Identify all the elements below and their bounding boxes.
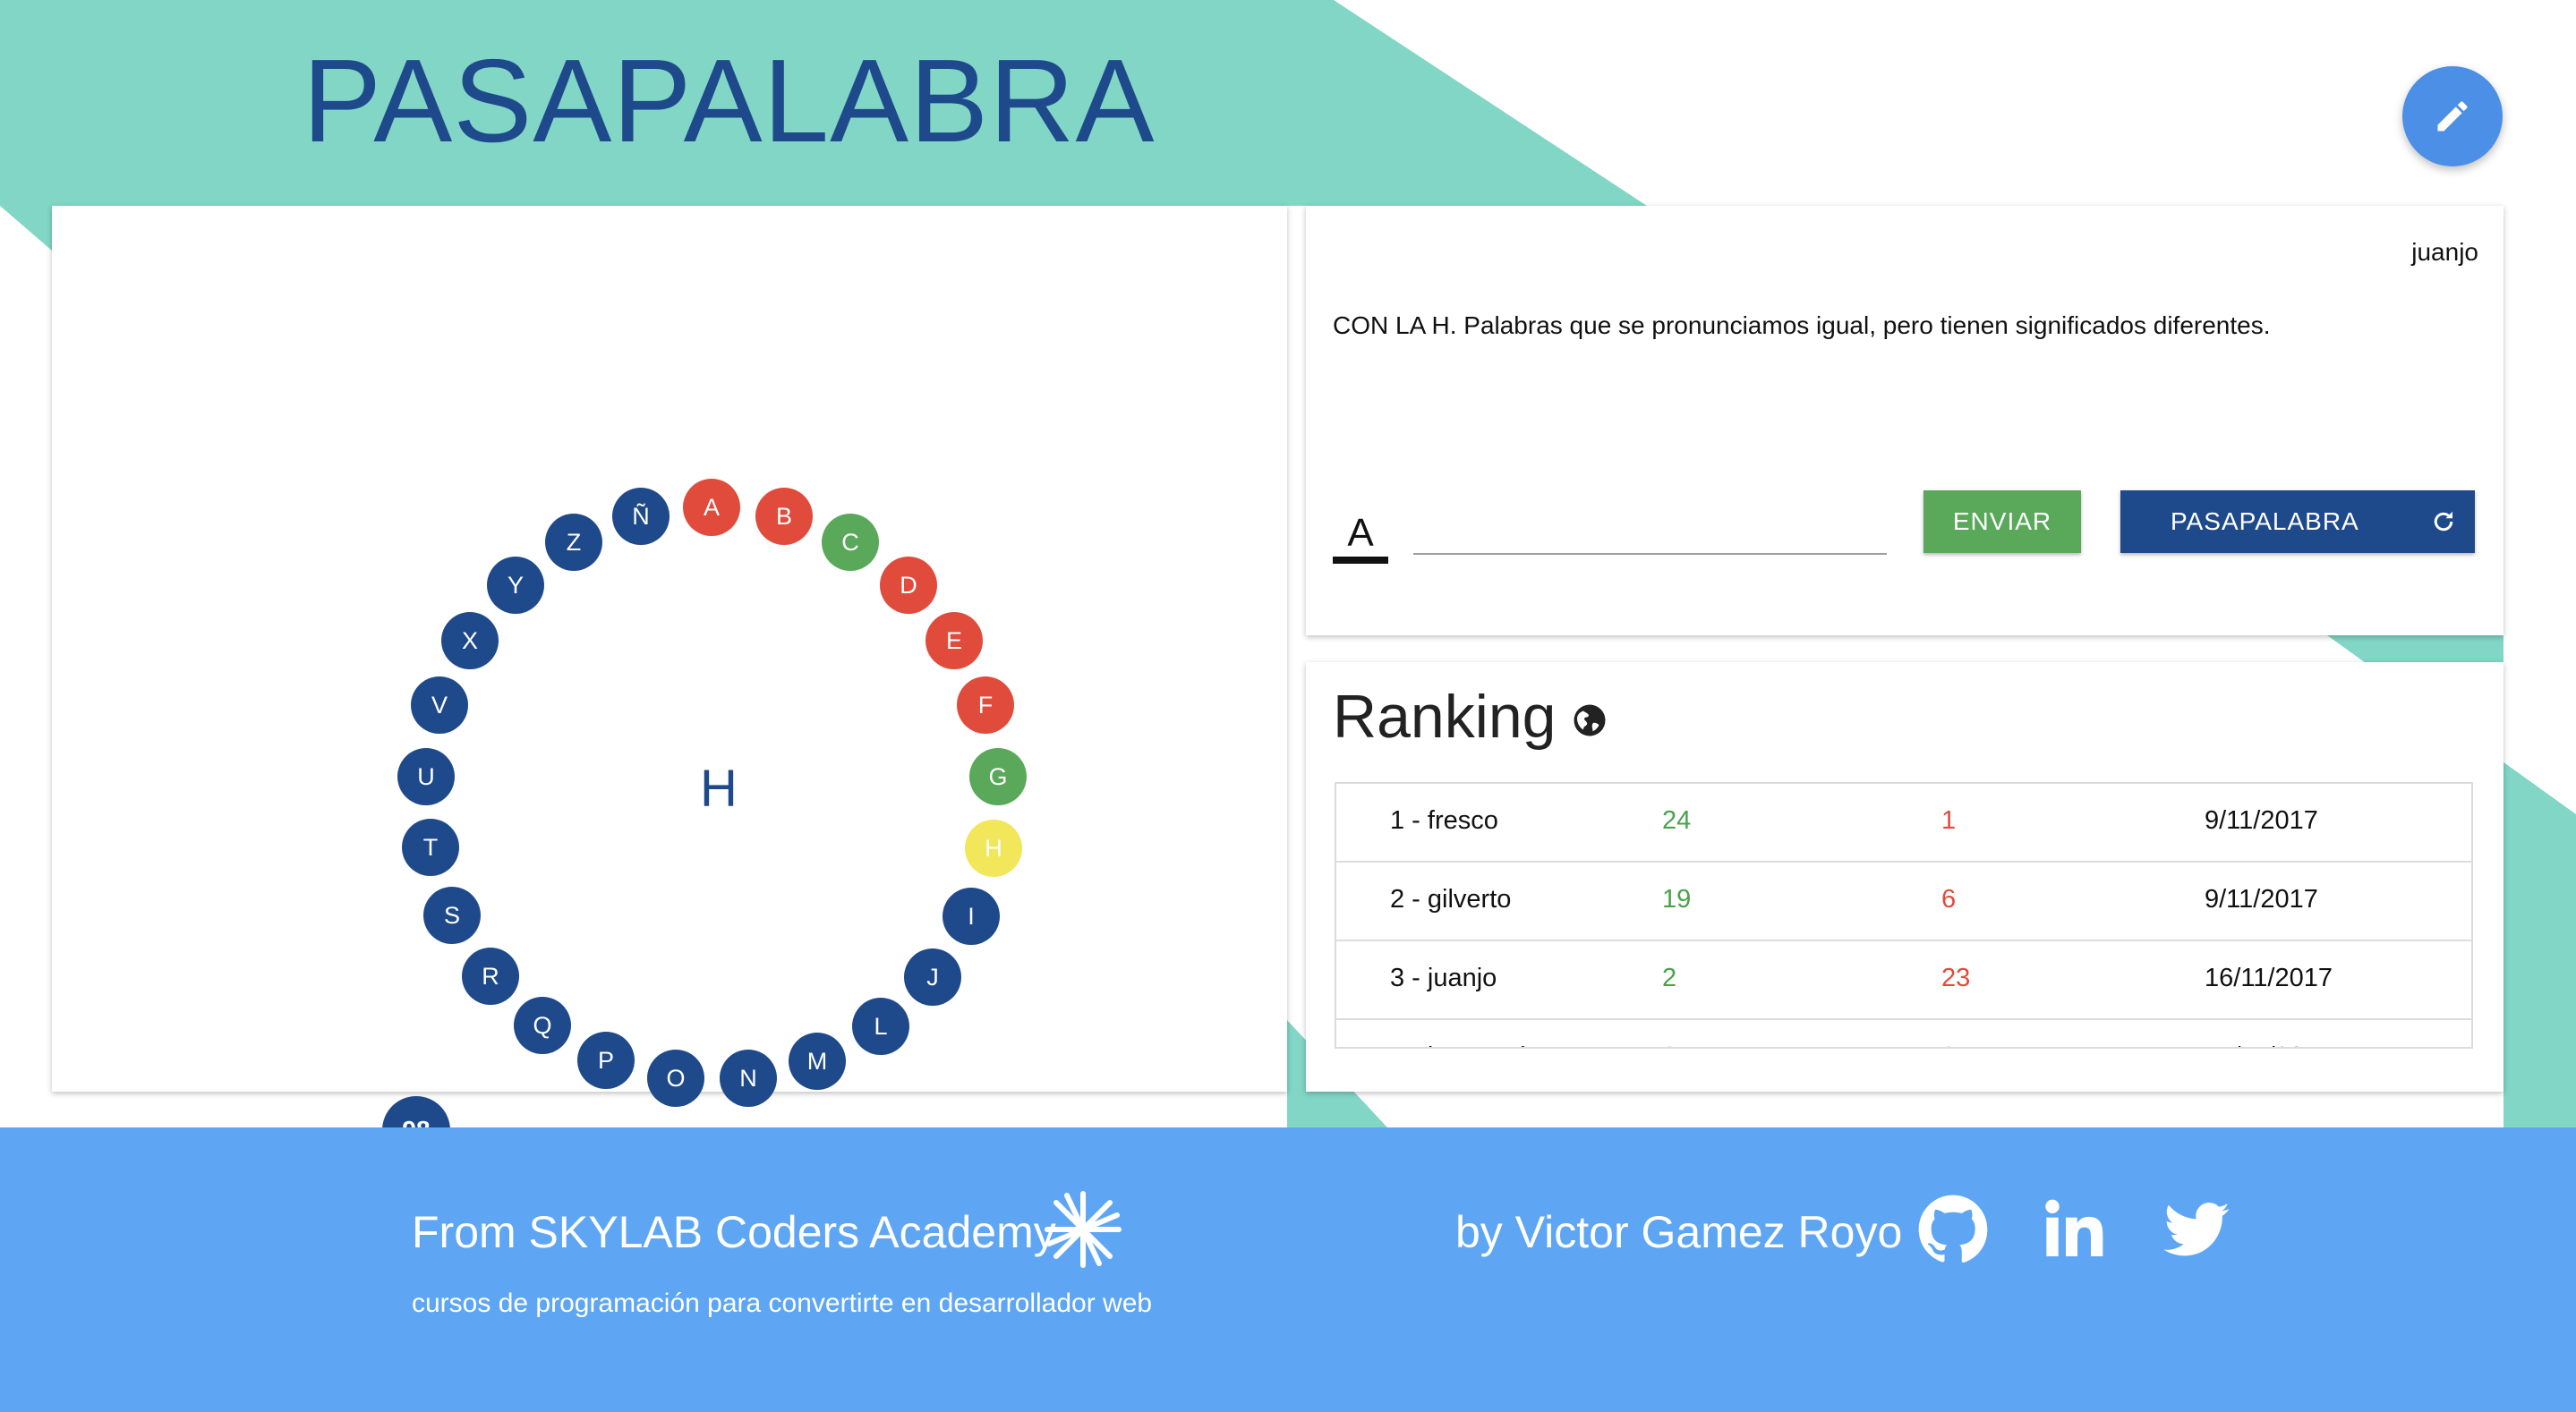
- skylab-star-icon: [1045, 1191, 1122, 1268]
- rosco-letter: G: [969, 748, 1027, 805]
- rosco-letter: V: [411, 676, 468, 734]
- table-row: 4 - bocamala 0 25 15/11/2017: [1336, 1020, 2471, 1047]
- ranking-table[interactable]: 1 - fresco 24 1 9/11/2017 2 - gilverto 19 6 9/1…: [1335, 782, 2473, 1049]
- footer-academy[interactable]: From SKYLAB Coders Academy: [412, 1206, 1056, 1258]
- ranking-date: 9/11/2017: [2205, 885, 2318, 914]
- ranking-fail-count: 25: [1941, 1042, 1970, 1047]
- ranking-player-name: 2 - gilverto: [1390, 885, 1512, 914]
- edit-button[interactable]: [2402, 66, 2503, 166]
- ranking-fail-count: 1: [1941, 806, 1957, 835]
- rosco-letter: R: [462, 948, 519, 1005]
- rosco-letter: I: [943, 888, 1000, 945]
- footer-author: by Victor Gamez Royo: [1455, 1207, 1903, 1257]
- rosco-letter: O: [647, 1050, 704, 1107]
- rosco-letter: L: [852, 998, 909, 1055]
- rosco-letter: U: [397, 748, 455, 805]
- refresh-icon: [2434, 511, 2453, 532]
- rosco-letter: J: [904, 948, 961, 1006]
- rosco-letter: N: [720, 1050, 777, 1107]
- table-row: 3 - juanjo 2 23 16/11/2017: [1336, 941, 2471, 1020]
- pasapalabra-label: PASAPALABRA: [2171, 507, 2359, 535]
- username: juanjo: [2411, 238, 2478, 266]
- ranking-fail-count: 23: [1941, 964, 1971, 992]
- pasapalabra-button[interactable]: PASAPALABRA: [2120, 490, 2475, 553]
- rosco-letter: H: [965, 820, 1022, 877]
- ranking-date: 9/11/2017: [2205, 806, 2318, 835]
- ranking-fail-count: 6: [1941, 885, 1957, 914]
- rosco-letter: E: [925, 612, 983, 669]
- rosco-letter: T: [402, 819, 459, 876]
- pencil-icon: [2437, 101, 2468, 132]
- ranking-correct-count: 24: [1662, 806, 1692, 835]
- twitter-icon[interactable]: [2161, 1194, 2232, 1265]
- current-letter: H: [700, 759, 738, 818]
- rosco-letter: X: [441, 612, 499, 669]
- ranking-title: Ranking: [1333, 683, 1557, 751]
- ranking-correct-count: 19: [1662, 885, 1692, 914]
- rosco-letter: B: [755, 488, 813, 545]
- globe-icon[interactable]: [1571, 702, 1608, 739]
- rosco-letter: M: [789, 1033, 846, 1090]
- ranking-card: Ranking 1 - fresco 24 1 9/11/2017 2 - gilver…: [1306, 662, 2503, 1092]
- question-text: CON LA H. Palabras que se pronunciamos i…: [1333, 311, 2271, 339]
- rosco-letter: Ñ: [612, 488, 670, 545]
- text-format-icon: A: [1333, 510, 1388, 564]
- question-card: juanjo CON LA H. Palabras que se pronunc…: [1306, 206, 2503, 635]
- rosco-letter: Z: [545, 514, 602, 571]
- footer: From SKYLAB Coders Academy cursos de pro…: [0, 1127, 2576, 1412]
- footer-subtitle: cursos de programación para convertirte …: [412, 1289, 1153, 1318]
- ranking-player-name: 3 - juanjo: [1390, 964, 1497, 992]
- ranking-correct-count: 2: [1662, 964, 1677, 992]
- rosco-letter: D: [880, 557, 937, 614]
- rosco-letter: A: [683, 479, 740, 536]
- page-title: PASAPALABRA: [303, 35, 1156, 166]
- table-row: 2 - gilverto 19 6 9/11/2017: [1336, 863, 2471, 941]
- table-row: 1 - fresco 24 1 9/11/2017: [1336, 784, 2471, 863]
- rosco-letter: P: [577, 1032, 635, 1089]
- rosco-card: ABCDEFGHIJLMNOPQRSTUVXYZÑ H 98 21: [52, 206, 1287, 1228]
- rosco-letter: S: [423, 887, 481, 944]
- rosco-letter: C: [822, 514, 879, 571]
- answer-input[interactable]: [1413, 510, 1887, 555]
- ranking-player-name: 4 - bocamala: [1390, 1042, 1540, 1047]
- ranking-player-name: 1 - fresco: [1390, 806, 1498, 835]
- send-button[interactable]: ENVIAR: [1923, 490, 2081, 553]
- github-icon[interactable]: [1917, 1194, 1989, 1265]
- linkedin-icon[interactable]: [2039, 1194, 2111, 1265]
- rosco-letter: Q: [514, 997, 571, 1054]
- ranking-date: 15/11/2017: [2205, 1042, 2333, 1047]
- rosco-letter: F: [957, 676, 1014, 734]
- ranking-correct-count: 0: [1662, 1042, 1676, 1047]
- ranking-date: 16/11/2017: [2205, 964, 2333, 992]
- rosco-letter: Y: [487, 557, 544, 614]
